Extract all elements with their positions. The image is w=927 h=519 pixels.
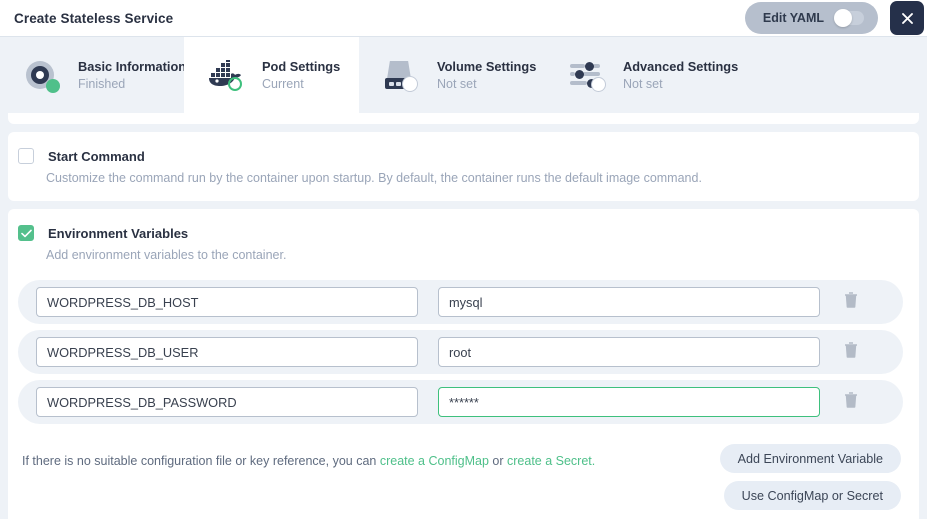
- add-environment-variable-button[interactable]: Add Environment Variable: [720, 444, 901, 473]
- wizard-body: Start Command Customize the command run …: [0, 113, 927, 519]
- hard-disk-icon: [383, 57, 421, 93]
- step-volume-settings[interactable]: Volume Settings Not set: [359, 37, 545, 113]
- edit-yaml-switch-knob: [834, 9, 852, 27]
- hint-prefix-text: If there is no suitable configuration fi…: [22, 454, 380, 468]
- environment-variable-list: [8, 280, 919, 424]
- record-disc-icon: [24, 57, 62, 93]
- edit-yaml-switch[interactable]: [834, 11, 864, 25]
- env-var-row: [18, 280, 903, 324]
- step-advanced-settings[interactable]: Advanced Settings Not set: [545, 37, 927, 113]
- step-status-badge-current: [228, 77, 242, 91]
- edit-yaml-label: Edit YAML: [763, 11, 824, 25]
- env-var-delete-button[interactable]: [820, 341, 882, 364]
- previous-section-card-clipped: [8, 113, 919, 124]
- step-status: Not set: [437, 77, 536, 91]
- close-button[interactable]: [890, 1, 924, 35]
- env-var-delete-button[interactable]: [820, 291, 882, 314]
- create-configmap-link[interactable]: create a ConfigMap: [380, 454, 489, 468]
- step-status-badge-notset: [591, 77, 606, 92]
- start-command-checkbox[interactable]: [18, 148, 34, 164]
- environment-variables-description: Add environment variables to the contain…: [46, 248, 919, 262]
- trash-icon: [843, 391, 859, 414]
- start-command-card: Start Command Customize the command run …: [8, 132, 919, 201]
- step-basic-information[interactable]: Basic Information Finished: [0, 37, 184, 113]
- create-stateless-service-dialog: Create Stateless Service Edit YAML Basic…: [0, 0, 927, 519]
- step-status: Current: [262, 77, 340, 91]
- start-command-title: Start Command: [48, 149, 145, 164]
- configmap-secret-hint: If there is no suitable configuration fi…: [22, 444, 595, 468]
- create-secret-link[interactable]: create a Secret.: [507, 454, 595, 468]
- env-var-value-input[interactable]: [438, 337, 820, 367]
- close-icon: [900, 11, 915, 26]
- env-var-key-input[interactable]: [36, 337, 418, 367]
- environment-variables-card: Environment Variables Add environment va…: [8, 209, 919, 519]
- step-status: Finished: [78, 77, 186, 91]
- use-configmap-or-secret-button[interactable]: Use ConfigMap or Secret: [724, 481, 901, 510]
- step-title: Pod Settings: [262, 59, 340, 74]
- trash-icon: [843, 341, 859, 364]
- step-title: Volume Settings: [437, 59, 536, 74]
- env-var-key-input[interactable]: [36, 387, 418, 417]
- env-var-delete-button[interactable]: [820, 391, 882, 414]
- step-pod-settings[interactable]: Pod Settings Current: [184, 37, 359, 113]
- environment-variables-title: Environment Variables: [48, 226, 188, 241]
- edit-yaml-toggle[interactable]: Edit YAML: [745, 2, 878, 34]
- env-var-key-input[interactable]: [36, 287, 418, 317]
- dialog-titlebar: Create Stateless Service Edit YAML: [0, 0, 927, 36]
- check-icon: [21, 229, 32, 238]
- env-var-value-input[interactable]: [438, 387, 820, 417]
- environment-variables-footer: If there is no suitable configuration fi…: [8, 430, 919, 510]
- wizard-steps: Basic Information Finished: [0, 36, 927, 113]
- step-title: Basic Information: [78, 59, 186, 74]
- sliders-icon: [569, 57, 607, 93]
- titlebar-actions: Edit YAML: [745, 0, 927, 36]
- step-status-badge-finished: [46, 79, 60, 93]
- dialog-title: Create Stateless Service: [14, 11, 173, 26]
- docker-whale-icon: [208, 57, 246, 93]
- env-var-value-input[interactable]: [438, 287, 820, 317]
- start-command-description: Customize the command run by the contain…: [46, 171, 919, 185]
- step-status-badge-notset: [402, 76, 418, 92]
- env-var-row: [18, 330, 903, 374]
- step-title: Advanced Settings: [623, 59, 738, 74]
- environment-variables-buttons: Add Environment Variable Use ConfigMap o…: [720, 444, 901, 510]
- hint-middle-text: or: [489, 454, 507, 468]
- step-status: Not set: [623, 77, 738, 91]
- trash-icon: [843, 291, 859, 314]
- env-var-row: [18, 380, 903, 424]
- environment-variables-checkbox[interactable]: [18, 225, 34, 241]
